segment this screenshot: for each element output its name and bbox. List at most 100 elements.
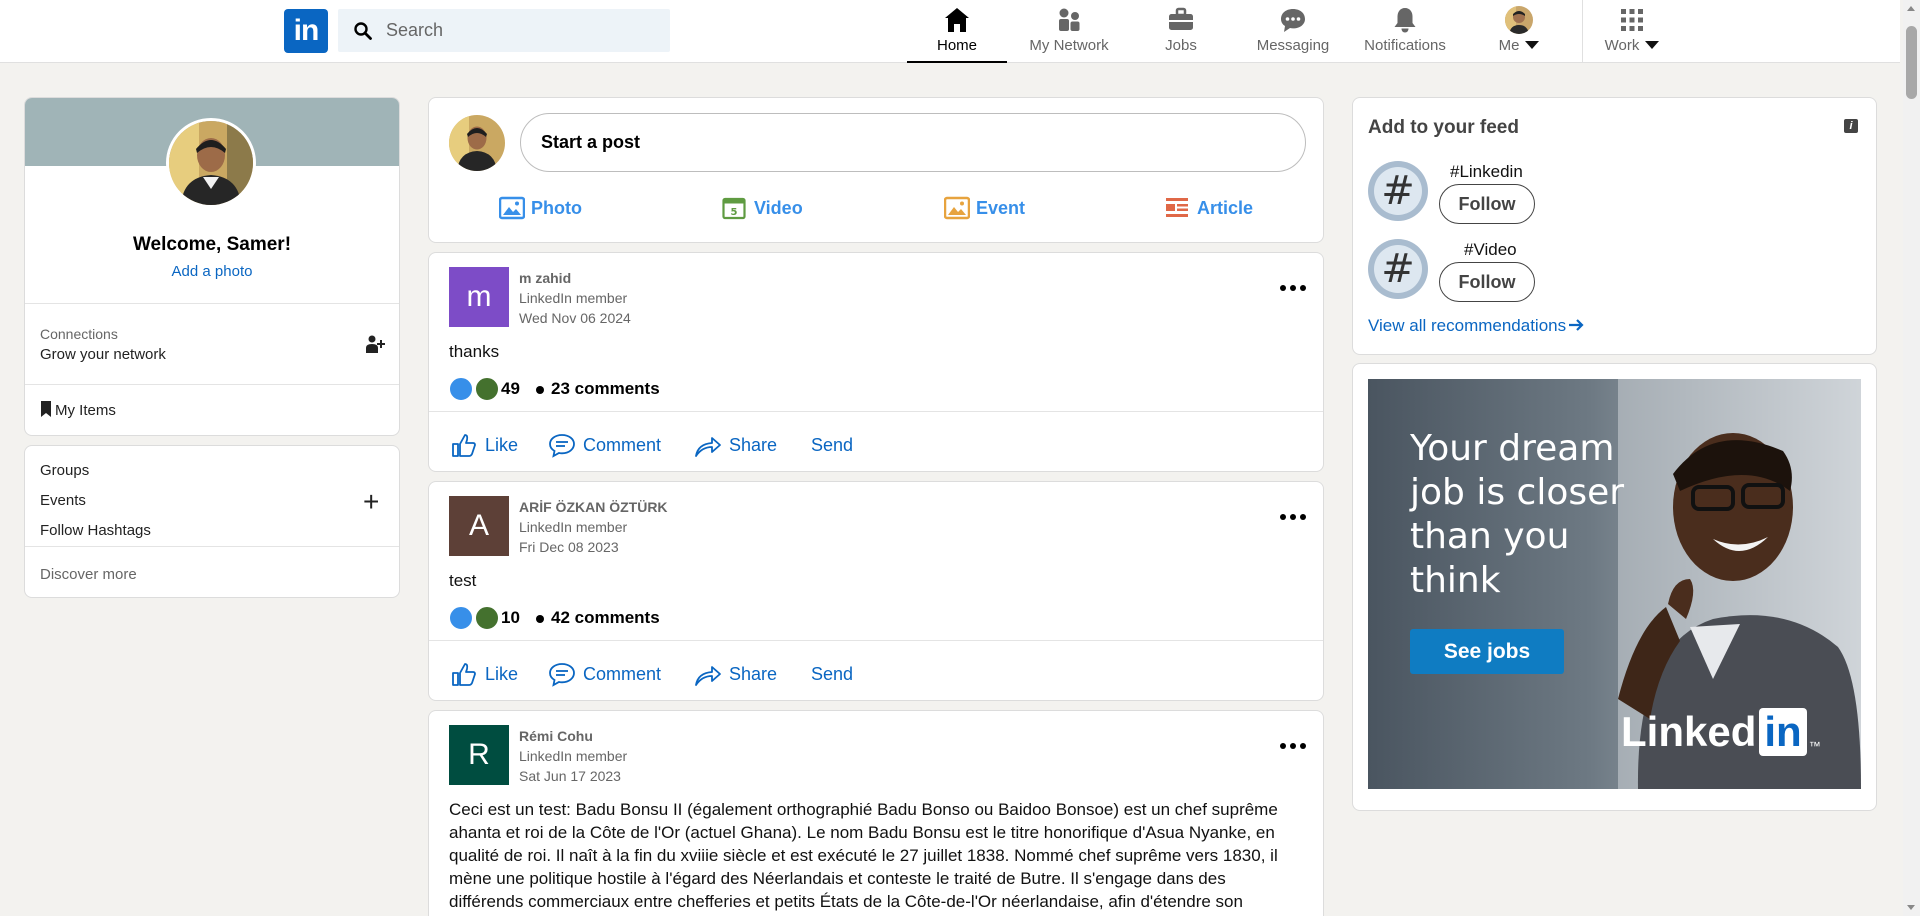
hashtag-icon: # bbox=[1368, 239, 1428, 299]
divider bbox=[25, 384, 399, 385]
add-photo-link[interactable]: Add a photo bbox=[25, 263, 399, 280]
start-post-button[interactable]: Start a post bbox=[520, 113, 1306, 172]
follow-button[interactable]: Follow bbox=[1439, 184, 1535, 224]
share-arrow-icon bbox=[695, 437, 721, 457]
nav-messaging[interactable]: Messaging bbox=[1243, 0, 1343, 62]
calendar-video-icon: 5 bbox=[722, 197, 746, 220]
caret-down-icon bbox=[1645, 41, 1660, 49]
user-avatar bbox=[1505, 6, 1533, 34]
post-date: Sat Jun 17 2023 bbox=[519, 768, 621, 784]
search-icon bbox=[354, 22, 372, 40]
feed-post: R Rémi Cohu LinkedIn member Sat Jun 17 2… bbox=[428, 710, 1324, 916]
arrow-right-icon bbox=[1569, 319, 1584, 331]
scrollbar-thumb[interactable] bbox=[1906, 26, 1917, 99]
svg-text:5: 5 bbox=[731, 207, 738, 218]
thumbs-up-icon bbox=[452, 434, 476, 457]
welcome-heading: Welcome, Samer! bbox=[132, 234, 292, 255]
like-reaction-icon bbox=[449, 377, 473, 401]
see-jobs-button[interactable]: See jobs bbox=[1410, 629, 1564, 674]
bookmark-icon bbox=[41, 401, 51, 417]
briefcase-icon bbox=[1169, 7, 1193, 30]
add-to-feed-heading: Add to your feed bbox=[1368, 117, 1519, 138]
divider bbox=[429, 411, 1323, 412]
divider bbox=[429, 640, 1323, 641]
top-navbar: in Home My Network Jobs bbox=[0, 0, 1900, 63]
nav-work[interactable]: Work bbox=[1582, 0, 1682, 62]
nav-home[interactable]: Home bbox=[907, 0, 1007, 63]
groups-link[interactable]: Groups bbox=[40, 462, 89, 479]
follow-hashtags-link[interactable]: Follow Hashtags bbox=[40, 522, 151, 539]
like-reaction-icon bbox=[449, 606, 473, 630]
linkedin-logo[interactable]: in bbox=[284, 9, 328, 53]
discover-more-link[interactable]: Discover more bbox=[40, 566, 137, 583]
nav-home-label: Home bbox=[936, 37, 977, 54]
caret-down-icon bbox=[1525, 41, 1540, 49]
reaction-count: 49 bbox=[501, 379, 520, 398]
post-author-name[interactable]: m zahid bbox=[519, 270, 571, 286]
search-box[interactable] bbox=[338, 9, 670, 52]
nav-me-label: Me bbox=[1469, 37, 1569, 54]
search-input[interactable] bbox=[386, 9, 656, 52]
photo-icon bbox=[499, 196, 525, 220]
comment-count[interactable]: 42 comments bbox=[551, 608, 660, 628]
post-author-avatar[interactable]: A bbox=[449, 496, 509, 556]
more-options-icon[interactable] bbox=[1280, 514, 1306, 520]
ad-headline: Your dream job is closer than you think bbox=[1410, 428, 1625, 601]
divider bbox=[25, 303, 399, 304]
post-body: test bbox=[449, 571, 477, 590]
events-link[interactable]: Events bbox=[40, 492, 86, 509]
comment-icon bbox=[549, 434, 575, 458]
article-icon bbox=[1166, 198, 1188, 217]
feed-post: m m zahid LinkedIn member Wed Nov 06 202… bbox=[428, 252, 1324, 472]
grow-network-link[interactable]: Grow your network bbox=[40, 346, 166, 363]
comment-count[interactable]: 23 comments bbox=[551, 379, 660, 399]
home-icon bbox=[945, 8, 969, 32]
more-options-icon[interactable] bbox=[1280, 285, 1306, 291]
hashtag-name[interactable]: #Video bbox=[1464, 240, 1517, 260]
nav-jobs[interactable]: Jobs bbox=[1131, 0, 1231, 62]
comment-icon bbox=[549, 663, 575, 687]
grid-icon bbox=[1621, 9, 1643, 31]
celebrate-reaction-icon bbox=[475, 377, 499, 401]
job-ad-banner[interactable]: Your dream job is closer than you think … bbox=[1368, 379, 1861, 789]
my-items-link[interactable]: My Items bbox=[40, 401, 116, 419]
profile-avatar[interactable] bbox=[166, 118, 256, 208]
hashtag-icon: # bbox=[1368, 161, 1428, 221]
bell-icon bbox=[1394, 8, 1416, 33]
separator-dot bbox=[536, 615, 544, 623]
divider bbox=[25, 546, 399, 547]
reaction-count: 10 bbox=[501, 608, 520, 627]
post-author-role: LinkedIn member bbox=[519, 290, 628, 306]
post-author-name[interactable]: Rémi Cohu bbox=[519, 728, 593, 744]
nav-notifications[interactable]: Notifications bbox=[1355, 0, 1455, 62]
post-body: Ceci est un test: Badu Bonsu II (égaleme… bbox=[449, 800, 1278, 911]
add-to-feed-card: Add to your feed i # #Linkedin Follow # … bbox=[1352, 97, 1877, 355]
post-author-avatar[interactable]: m bbox=[449, 267, 509, 327]
chat-icon bbox=[1281, 9, 1305, 32]
nav-work-label: Work bbox=[1582, 37, 1682, 54]
profile-photo bbox=[169, 121, 253, 205]
more-options-icon[interactable] bbox=[1280, 743, 1306, 749]
scroll-down-arrow-icon[interactable] bbox=[1907, 905, 1915, 910]
nav-my-network-label: My Network bbox=[1029, 37, 1109, 54]
post-author-avatar[interactable]: R bbox=[449, 725, 509, 785]
page-scrollbar[interactable] bbox=[1903, 0, 1920, 916]
feed-post: A ARİF ÖZKAN ÖZTÜRK LinkedIn member Fri … bbox=[428, 481, 1324, 701]
nav-me[interactable]: Me bbox=[1469, 0, 1569, 62]
plus-icon[interactable]: + bbox=[363, 488, 379, 516]
composer-avatar bbox=[449, 115, 505, 171]
scroll-up-arrow-icon[interactable] bbox=[1907, 6, 1915, 11]
nav-my-network[interactable]: My Network bbox=[1019, 0, 1119, 62]
info-icon[interactable]: i bbox=[1844, 119, 1858, 133]
post-author-name[interactable]: ARİF ÖZKAN ÖZTÜRK bbox=[519, 499, 668, 515]
post-author-role: LinkedIn member bbox=[519, 519, 628, 535]
follow-button[interactable]: Follow bbox=[1439, 262, 1535, 302]
thumbs-up-icon bbox=[452, 663, 476, 686]
nav-notifications-label: Notifications bbox=[1364, 37, 1446, 54]
hashtag-name[interactable]: #Linkedin bbox=[1450, 162, 1523, 182]
view-all-recommendations-link[interactable]: View all recommendations bbox=[1368, 316, 1584, 336]
connections-label[interactable]: Connections bbox=[40, 326, 118, 342]
add-person-icon[interactable] bbox=[365, 334, 385, 354]
post-body: thanks bbox=[449, 342, 500, 361]
people-icon bbox=[1059, 8, 1080, 31]
